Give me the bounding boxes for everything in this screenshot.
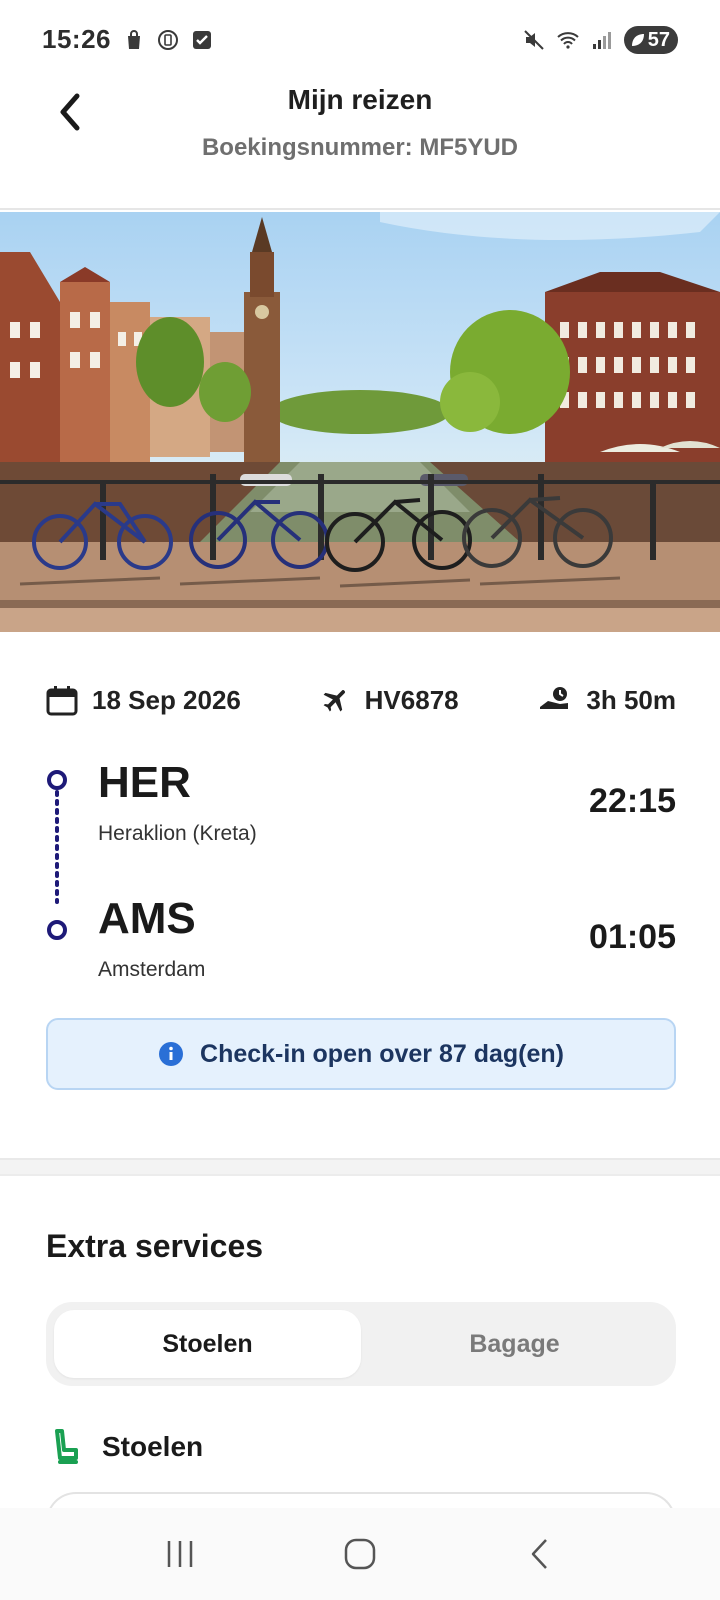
checkin-info-banner: Check-in open over 87 dag(en) xyxy=(46,1018,676,1090)
status-bar: 15:26 57 xyxy=(0,0,720,82)
battery-level: 57 xyxy=(647,28,670,51)
signal-icon xyxy=(592,32,611,49)
home-icon xyxy=(344,1538,376,1570)
departure-airport-code: HER xyxy=(98,758,191,807)
flight-duration: 3h 50m xyxy=(538,685,676,716)
seats-section-label: Stoelen xyxy=(102,1431,204,1462)
section-divider xyxy=(0,1158,720,1176)
flight-landing-clock-icon xyxy=(540,687,569,709)
arrival-city: Amsterdam xyxy=(98,958,206,981)
notification-icons xyxy=(122,28,214,52)
battery-icon: 57 xyxy=(623,26,678,54)
flight-meta-row: 18 Sep 2026 HV6878 3h 50m xyxy=(46,680,676,720)
info-icon xyxy=(159,1042,184,1066)
route-timeline xyxy=(47,770,67,940)
mute-icon xyxy=(524,30,544,50)
tab-seats[interactable]: Stoelen xyxy=(54,1310,361,1378)
shopping-bag-icon xyxy=(128,30,140,49)
arrival-time: 01:05 xyxy=(589,918,676,956)
departure-time: 22:15 xyxy=(589,782,676,820)
flight-date: 18 Sep 2026 xyxy=(46,684,241,716)
flight-duration-text: 3h 50m xyxy=(586,684,676,715)
page-title: Mijn reizen xyxy=(287,84,433,115)
system-icons: 57 xyxy=(522,26,678,54)
flight-route: HER Heraklion (Kreta) 22:15 AMS Amsterda… xyxy=(46,752,676,992)
calendar-icon xyxy=(46,686,78,716)
seat-icon xyxy=(55,1429,78,1464)
system-navigation-bar xyxy=(0,1508,720,1600)
recent-apps-icon xyxy=(167,1541,193,1567)
amsterdam-canal-illustration xyxy=(0,212,720,632)
extra-services-title: Extra services xyxy=(46,1228,264,1264)
flight-number-text: HV6878 xyxy=(364,684,459,715)
arrival-airport-code: AMS xyxy=(98,894,196,943)
page-header: Mijn reizen Boekingsnummer: MF5YUD xyxy=(0,82,720,210)
departure-city: Heraklion (Kreta) xyxy=(98,822,257,845)
back-arrow-icon xyxy=(531,1539,547,1569)
recent-apps-button[interactable] xyxy=(150,1524,210,1584)
system-back-button[interactable] xyxy=(510,1524,570,1584)
home-button[interactable] xyxy=(330,1524,390,1584)
airplane-icon xyxy=(323,690,345,712)
media-icon xyxy=(158,30,178,50)
destination-photo xyxy=(0,212,720,632)
leaf-icon xyxy=(631,34,644,46)
booking-detail-screen: 15:26 57 Mijn reizen Boekingsnummer: MF5… xyxy=(0,0,720,1600)
booking-number: Boekingsnummer: MF5YUD xyxy=(201,134,519,161)
flight-number: HV6878 xyxy=(321,685,459,716)
seats-section-heading: Stoelen xyxy=(52,1428,203,1466)
checkbox-icon xyxy=(193,31,211,49)
flight-date-text: 18 Sep 2026 xyxy=(92,684,241,715)
wifi-icon xyxy=(557,32,579,49)
checkin-notice-text: Check-in open over 87 dag(en) xyxy=(200,1039,564,1068)
status-time: 15:26 xyxy=(42,24,111,54)
tab-baggage[interactable]: Bagage xyxy=(361,1310,668,1378)
services-tab-switcher: Stoelen Bagage xyxy=(46,1302,676,1386)
